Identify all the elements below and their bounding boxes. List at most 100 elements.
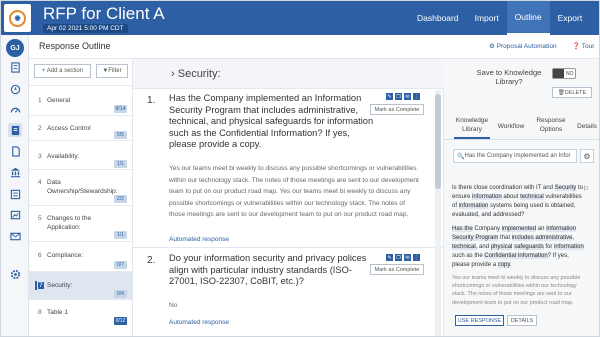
section-label: Changes to the Application: — [47, 215, 92, 231]
section-number: 4 — [38, 179, 42, 186]
tab-response-options[interactable]: Response Options — [534, 117, 568, 134]
section-item-general[interactable]: 1 General 8/14 — [29, 85, 133, 115]
active-indicator — [35, 281, 37, 290]
automation-icon: ⚙ — [489, 43, 497, 50]
section-number: 6 — [38, 252, 42, 259]
section-progress-badge: 0/7 — [114, 261, 127, 269]
search-input[interactable]: 🔍 Has the Company implemented an Infor — [453, 149, 577, 163]
panel-tabs: Knowledge Library Workflow Response Opti… — [444, 114, 599, 140]
section-item-availability[interactable]: 3 Availability: 1/1 — [29, 140, 133, 169]
use-response-button[interactable]: USE RESPONSE — [455, 315, 504, 326]
comment-icon[interactable]: ✉ — [404, 254, 411, 261]
answer-text[interactable]: No — [169, 300, 419, 312]
section-label: Compliance: — [47, 252, 84, 259]
search-value: Has the Company implemented an Infor — [464, 153, 571, 159]
more-icon[interactable]: ⋮ — [413, 254, 420, 261]
section-item-access-control[interactable]: 2 Access Control 5/5 — [29, 115, 133, 140]
section-number: 5 — [38, 215, 42, 222]
section-item-security[interactable]: 7 Security: 0/4 — [29, 271, 133, 299]
flag-icon[interactable]: ⚐ — [583, 185, 589, 193]
section-item-changes[interactable]: 5 Changes to the Application: 1/1 — [29, 205, 133, 241]
section-progress-badge: 2/2 — [114, 195, 127, 203]
section-label: Availability: — [47, 153, 80, 160]
edit-icon[interactable]: ✎ — [386, 93, 393, 100]
answer-status: Automated response — [169, 236, 229, 243]
document-icon[interactable] — [8, 144, 22, 158]
scrollbar-thumb[interactable] — [435, 94, 441, 189]
nav-dashboard[interactable]: Dashboard — [409, 1, 467, 35]
section-label: General — [47, 97, 71, 104]
section-label: Security: — [47, 282, 73, 289]
kb-result-answer: Yes our teams meet bi weekly to discuss … — [452, 275, 581, 306]
section-progress-badge: 8/14 — [114, 105, 127, 113]
nav-import[interactable]: Import — [467, 1, 507, 35]
answer-status: Automated response — [169, 319, 229, 326]
trash-icon: 🗑 — [557, 89, 565, 96]
tab-workflow[interactable]: Workflow — [495, 123, 527, 132]
app-window: ◉ RFP for Client A Apr 02 2021 5:00 PM C… — [0, 0, 600, 337]
kb-result-question[interactable]: Is there close coordination with IT and … — [452, 184, 587, 220]
chevron-right-icon: › — [171, 68, 178, 80]
app-logo[interactable]: ◉ — [4, 4, 31, 32]
copy-icon[interactable]: ❐ — [395, 254, 402, 261]
due-date-badge: Apr 02 2021 5:00 PM CDT — [43, 24, 128, 33]
section-number: 8 — [38, 309, 42, 316]
top-nav: Dashboard Import Outline Export — [409, 1, 590, 35]
add-section-button[interactable]: + Add a section — [34, 64, 91, 78]
section-title-label: Security: — [177, 68, 221, 80]
bank-icon[interactable] — [8, 165, 22, 179]
mail-icon[interactable] — [8, 229, 22, 243]
project-title: RFP for Client A — [43, 4, 165, 23]
more-icon[interactable]: ⋮ — [413, 93, 420, 100]
answer-text[interactable]: Yes our teams meet bi weekly to discuss … — [169, 163, 419, 221]
top-bar: ◉ RFP for Client A Apr 02 2021 5:00 PM C… — [1, 1, 599, 35]
delete-button[interactable]: 🗑 DELETE — [552, 87, 592, 98]
edit-icon[interactable]: ✎ — [386, 254, 393, 261]
section-item-compliance[interactable]: 6 Compliance: 0/7 — [29, 241, 133, 271]
section-number: 7 — [38, 282, 44, 289]
section-item-table-1[interactable]: 8 Table 1 0/12 — [29, 299, 133, 329]
details-button[interactable]: DETAILS — [507, 315, 537, 326]
chart-icon[interactable] — [8, 208, 22, 222]
question-panel: › Security: 1. Has the Company implement… — [133, 59, 444, 336]
avatar[interactable]: GJ — [6, 39, 24, 57]
section-number: 3 — [38, 153, 42, 160]
list-icon[interactable] — [8, 187, 22, 201]
tour-label: Tour — [581, 43, 595, 50]
gauge-icon[interactable] — [8, 103, 22, 117]
copy-icon[interactable]: ❐ — [395, 93, 402, 100]
home-icon[interactable] — [8, 60, 22, 74]
question-divider — [133, 247, 444, 248]
page-title: Response Outline — [39, 41, 111, 51]
proposal-automation-label: Proposal Automation — [496, 43, 557, 50]
section-number: 2 — [38, 125, 42, 132]
section-title: › Security: — [171, 68, 221, 80]
section-progress-badge: 1/1 — [114, 160, 127, 168]
settings-icon[interactable] — [8, 267, 22, 281]
toggle-label: NO — [566, 70, 574, 77]
gear-icon: ⚙ — [583, 151, 591, 161]
save-toggle[interactable]: NO — [552, 68, 576, 79]
compass-icon[interactable] — [8, 82, 22, 96]
proposal-automation-link[interactable]: ⚙ Proposal Automation — [489, 42, 557, 50]
mark-complete-button[interactable]: Mark as Complete — [370, 264, 424, 275]
search-settings-button[interactable]: ⚙ — [580, 149, 594, 163]
filter-button[interactable]: ▼ Filter — [96, 64, 128, 78]
nav-export[interactable]: Export — [550, 1, 591, 35]
section-item-data-ownership[interactable]: 4 Data Ownership/Stewardship: 2/2 — [29, 169, 133, 205]
tour-link[interactable]: ❓ Tour — [572, 42, 594, 50]
tab-knowledge-library[interactable]: Knowledge Library — [454, 117, 490, 139]
section-header: › Security: — [133, 59, 444, 89]
comment-icon[interactable]: ✉ — [404, 93, 411, 100]
section-label: Table 1 — [47, 309, 68, 316]
tab-details[interactable]: Details — [574, 123, 599, 132]
kb-result-question[interactable]: Has the Company implemented an Informati… — [452, 225, 587, 270]
delete-label: DELETE — [564, 89, 587, 96]
nav-outline[interactable]: Outline — [506, 1, 550, 35]
scrollbar[interactable] — [435, 90, 441, 336]
book-icon[interactable] — [8, 123, 22, 137]
question-number: 1. — [147, 95, 156, 106]
section-progress-badge: 0/12 — [114, 317, 127, 325]
toggle-knob — [553, 69, 564, 78]
mark-complete-button[interactable]: Mark as Complete — [370, 104, 424, 115]
